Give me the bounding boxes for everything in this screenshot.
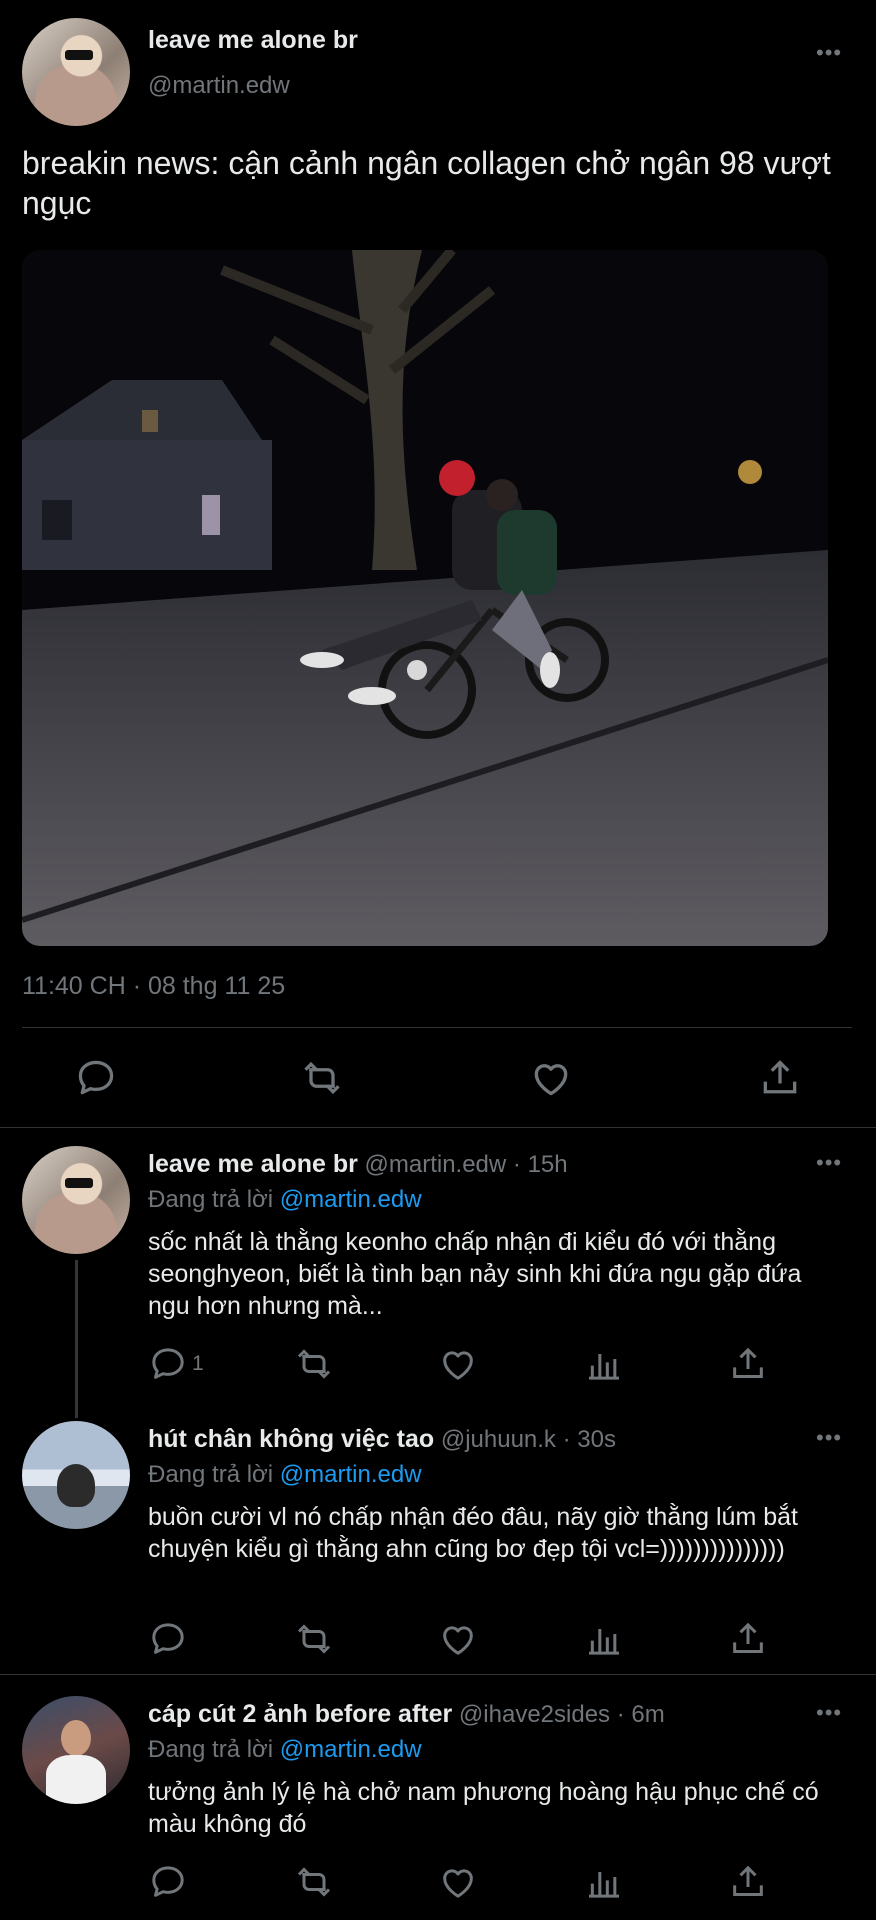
replying-mention[interactable]: @martin.edw: [280, 1186, 422, 1213]
avatar[interactable]: [22, 1421, 130, 1529]
tweet-text: breakin news: cận cảnh ngân collagen chở…: [22, 145, 831, 221]
share-icon[interactable]: [728, 1619, 768, 1659]
author-name[interactable]: hút chân không việc tao: [148, 1425, 434, 1453]
main-tweet: leave me alone br @martin.edw ••• breaki…: [0, 0, 876, 1128]
replying-mention[interactable]: @martin.edw: [280, 1461, 422, 1488]
reply-time[interactable]: · 15h: [513, 1151, 568, 1178]
avatar[interactable]: [22, 1146, 130, 1254]
replying-prefix: Đang trả lời: [148, 1736, 274, 1763]
reply-icon[interactable]: [148, 1344, 188, 1384]
like-icon[interactable]: [438, 1344, 478, 1384]
author-name[interactable]: leave me alone br: [148, 26, 358, 55]
divider: [22, 1027, 852, 1028]
replying-to: Đang trả lời @martin.edw: [148, 1186, 422, 1214]
divider: [0, 1674, 876, 1675]
like-icon[interactable]: [438, 1619, 478, 1659]
author-handle[interactable]: @juhuun.k: [441, 1426, 556, 1453]
more-options-icon[interactable]: •••: [816, 1150, 842, 1176]
replying-mention[interactable]: @martin.edw: [280, 1736, 422, 1763]
replying-prefix: Đang trả lời: [148, 1186, 274, 1213]
retweet-icon[interactable]: [300, 1056, 344, 1100]
thread-line: [75, 1260, 78, 1418]
analytics-icon[interactable]: [584, 1862, 624, 1902]
reply-header: leave me alone br @martin.edw · 15h: [148, 1150, 568, 1179]
author-name[interactable]: cáp cút 2 ảnh before after: [148, 1700, 452, 1728]
reply-icon[interactable]: [148, 1862, 188, 1902]
reply-tweet[interactable]: hút chân không việc tao @juhuun.k · 30s …: [0, 1421, 876, 1675]
reply-text: tưởng ảnh lý lệ hà chở nam phương hoàng …: [148, 1778, 819, 1838]
reply-count: 1: [192, 1352, 204, 1375]
avatar[interactable]: [22, 18, 130, 126]
reply-tweet[interactable]: cáp cút 2 ảnh before after @ihave2sides …: [0, 1696, 876, 1920]
more-options-icon[interactable]: •••: [816, 1425, 842, 1451]
share-icon[interactable]: [728, 1862, 768, 1902]
more-options-icon[interactable]: •••: [816, 1700, 842, 1726]
retweet-icon[interactable]: [294, 1344, 334, 1384]
like-icon[interactable]: [529, 1056, 573, 1100]
tweet-timestamp[interactable]: 11:40 CH · 08 thg 11 25: [22, 972, 285, 1001]
analytics-icon[interactable]: [584, 1344, 624, 1384]
author-handle[interactable]: @ihave2sides: [459, 1701, 610, 1728]
author-handle[interactable]: @martin.edw: [148, 72, 290, 100]
share-icon[interactable]: [728, 1344, 768, 1384]
retweet-icon[interactable]: [294, 1619, 334, 1659]
divider: [0, 1127, 876, 1128]
reply-header: hút chân không việc tao @juhuun.k · 30s: [148, 1425, 616, 1454]
retweet-icon[interactable]: [294, 1862, 334, 1902]
like-icon[interactable]: [438, 1862, 478, 1902]
replying-to: Đang trả lời @martin.edw: [148, 1736, 422, 1764]
reply-time[interactable]: · 30s: [563, 1426, 616, 1453]
analytics-icon[interactable]: [584, 1619, 624, 1659]
reply-icon[interactable]: [148, 1619, 188, 1659]
reply-icon[interactable]: [74, 1056, 118, 1100]
reply-text: buồn cười vl nó chấp nhận đéo đâu, nãy g…: [148, 1503, 798, 1563]
avatar[interactable]: [22, 1696, 130, 1804]
share-icon[interactable]: [758, 1056, 802, 1100]
author-handle[interactable]: @martin.edw: [365, 1151, 507, 1178]
more-options-icon[interactable]: •••: [816, 40, 842, 66]
replying-prefix: Đang trả lời: [148, 1461, 274, 1488]
replying-to: Đang trả lời @martin.edw: [148, 1461, 422, 1489]
reply-text: sốc nhất là thằng keonho chấp nhận đi ki…: [148, 1228, 802, 1320]
reply-tweet[interactable]: leave me alone br @martin.edw · 15h ••• …: [0, 1146, 876, 1418]
reply-header: cáp cút 2 ảnh before after @ihave2sides …: [148, 1700, 665, 1729]
tweet-photo-image: [22, 250, 828, 946]
author-name[interactable]: leave me alone br: [148, 1150, 358, 1178]
reply-time[interactable]: · 6m: [617, 1701, 665, 1728]
tweet-photo[interactable]: [22, 250, 828, 946]
